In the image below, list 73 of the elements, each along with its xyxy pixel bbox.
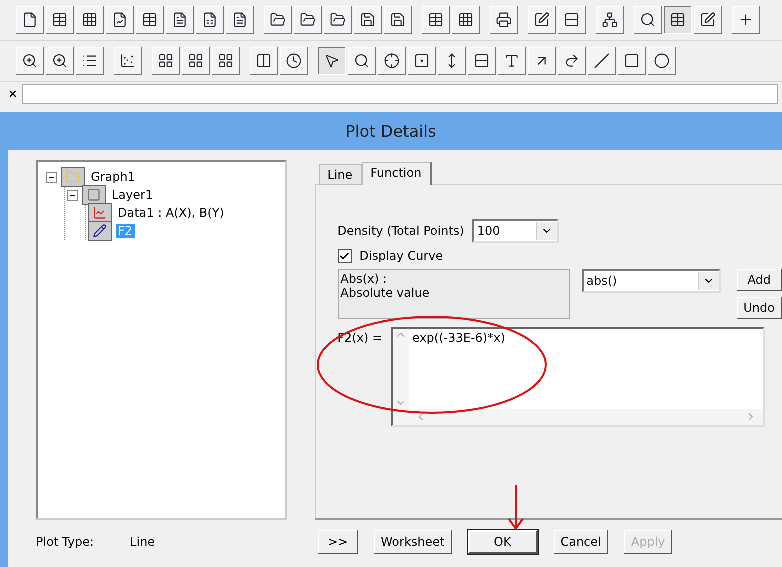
- grid-icon: [458, 12, 474, 28]
- table-icon: [670, 12, 686, 28]
- dialog-button[interactable]: Cancel: [554, 530, 608, 554]
- plot-type-value: Line: [130, 535, 156, 549]
- collapse-icon[interactable]: [46, 172, 57, 182]
- zoom-in-icon: [22, 53, 38, 69]
- side-button[interactable]: Add: [736, 269, 782, 291]
- toolbar-button[interactable]: [318, 47, 346, 75]
- scatter-icon: [120, 53, 136, 69]
- layout-icon: [158, 53, 174, 69]
- function-plot-icon: [88, 221, 112, 241]
- crosshair-icon: [384, 53, 400, 69]
- columns-icon: [256, 53, 272, 69]
- dialog-button[interactable]: >>: [318, 530, 358, 554]
- table-icon: [52, 12, 68, 28]
- close-icon[interactable]: [8, 89, 18, 99]
- dialog-button[interactable]: Worksheet: [374, 530, 452, 554]
- folder-icon: [61, 167, 85, 187]
- layout-icon: [188, 53, 204, 69]
- zoom-in-icon: [52, 53, 68, 69]
- search-icon: [640, 12, 656, 28]
- chart-page-icon: [112, 12, 128, 28]
- collapse-icon[interactable]: [67, 190, 78, 200]
- window-title: Plot Details: [344, 120, 438, 142]
- open-folder-icon: [300, 12, 316, 28]
- save-icon: [390, 12, 406, 28]
- tree-item[interactable]: Data1 : A(X), B(Y): [116, 206, 226, 220]
- pointer-icon: [324, 53, 340, 69]
- plus-icon: [738, 12, 754, 28]
- printer-icon: [496, 12, 512, 28]
- edit-icon: [700, 12, 716, 28]
- hierarchy-icon: [602, 12, 618, 28]
- description-text: Absolute value: [340, 286, 431, 300]
- table-icon: [428, 12, 444, 28]
- rectangle-icon: [624, 53, 640, 69]
- tab[interactable]: Function: [362, 162, 432, 185]
- check-icon: [339, 250, 350, 262]
- line-icon: [594, 53, 610, 69]
- checkbox[interactable]: [338, 249, 352, 263]
- save-icon: [360, 12, 376, 28]
- annotation-arrow: [508, 485, 524, 531]
- page-icon: [172, 12, 188, 28]
- density-label: Density (Total Points): [338, 224, 464, 238]
- density-dropdown[interactable]: 100: [472, 219, 560, 243]
- tree-item[interactable]: Graph1: [89, 170, 138, 184]
- tree-item[interactable]: Layer1: [110, 188, 156, 202]
- text-tool-icon: [504, 53, 520, 69]
- dialog-button[interactable]: OK: [468, 530, 538, 554]
- tab[interactable]: Line: [318, 164, 362, 185]
- spreadsheet-icon: [202, 12, 218, 28]
- open-folder-icon: [330, 12, 346, 28]
- ellipse-icon: [654, 53, 670, 69]
- function-dropdown[interactable]: abs(): [582, 269, 721, 293]
- curved-arrow-icon: [564, 53, 580, 69]
- page-icon: [232, 12, 248, 28]
- clock-icon: [286, 53, 302, 69]
- line-plot-icon: [88, 203, 112, 223]
- layout-icon: [218, 53, 234, 69]
- grid-icon: [82, 12, 98, 28]
- rows-icon: [564, 12, 580, 28]
- formula-editor[interactable]: exp((-33E-6)*x): [390, 327, 765, 427]
- open-folder-icon: [270, 12, 286, 28]
- page-icon: [22, 12, 38, 28]
- search-icon: [354, 53, 370, 69]
- plot-type-label: Plot Type:: [36, 535, 94, 549]
- layer-icon: [82, 185, 106, 205]
- description-text: Abs(x) :: [340, 272, 388, 286]
- toolbar-button[interactable]: [664, 6, 692, 34]
- side-button[interactable]: Undo: [736, 297, 782, 319]
- table-icon: [142, 12, 158, 28]
- edit-icon: [534, 12, 550, 28]
- checkbox-label: Display Curve: [360, 249, 444, 263]
- command-field[interactable]: [22, 84, 778, 104]
